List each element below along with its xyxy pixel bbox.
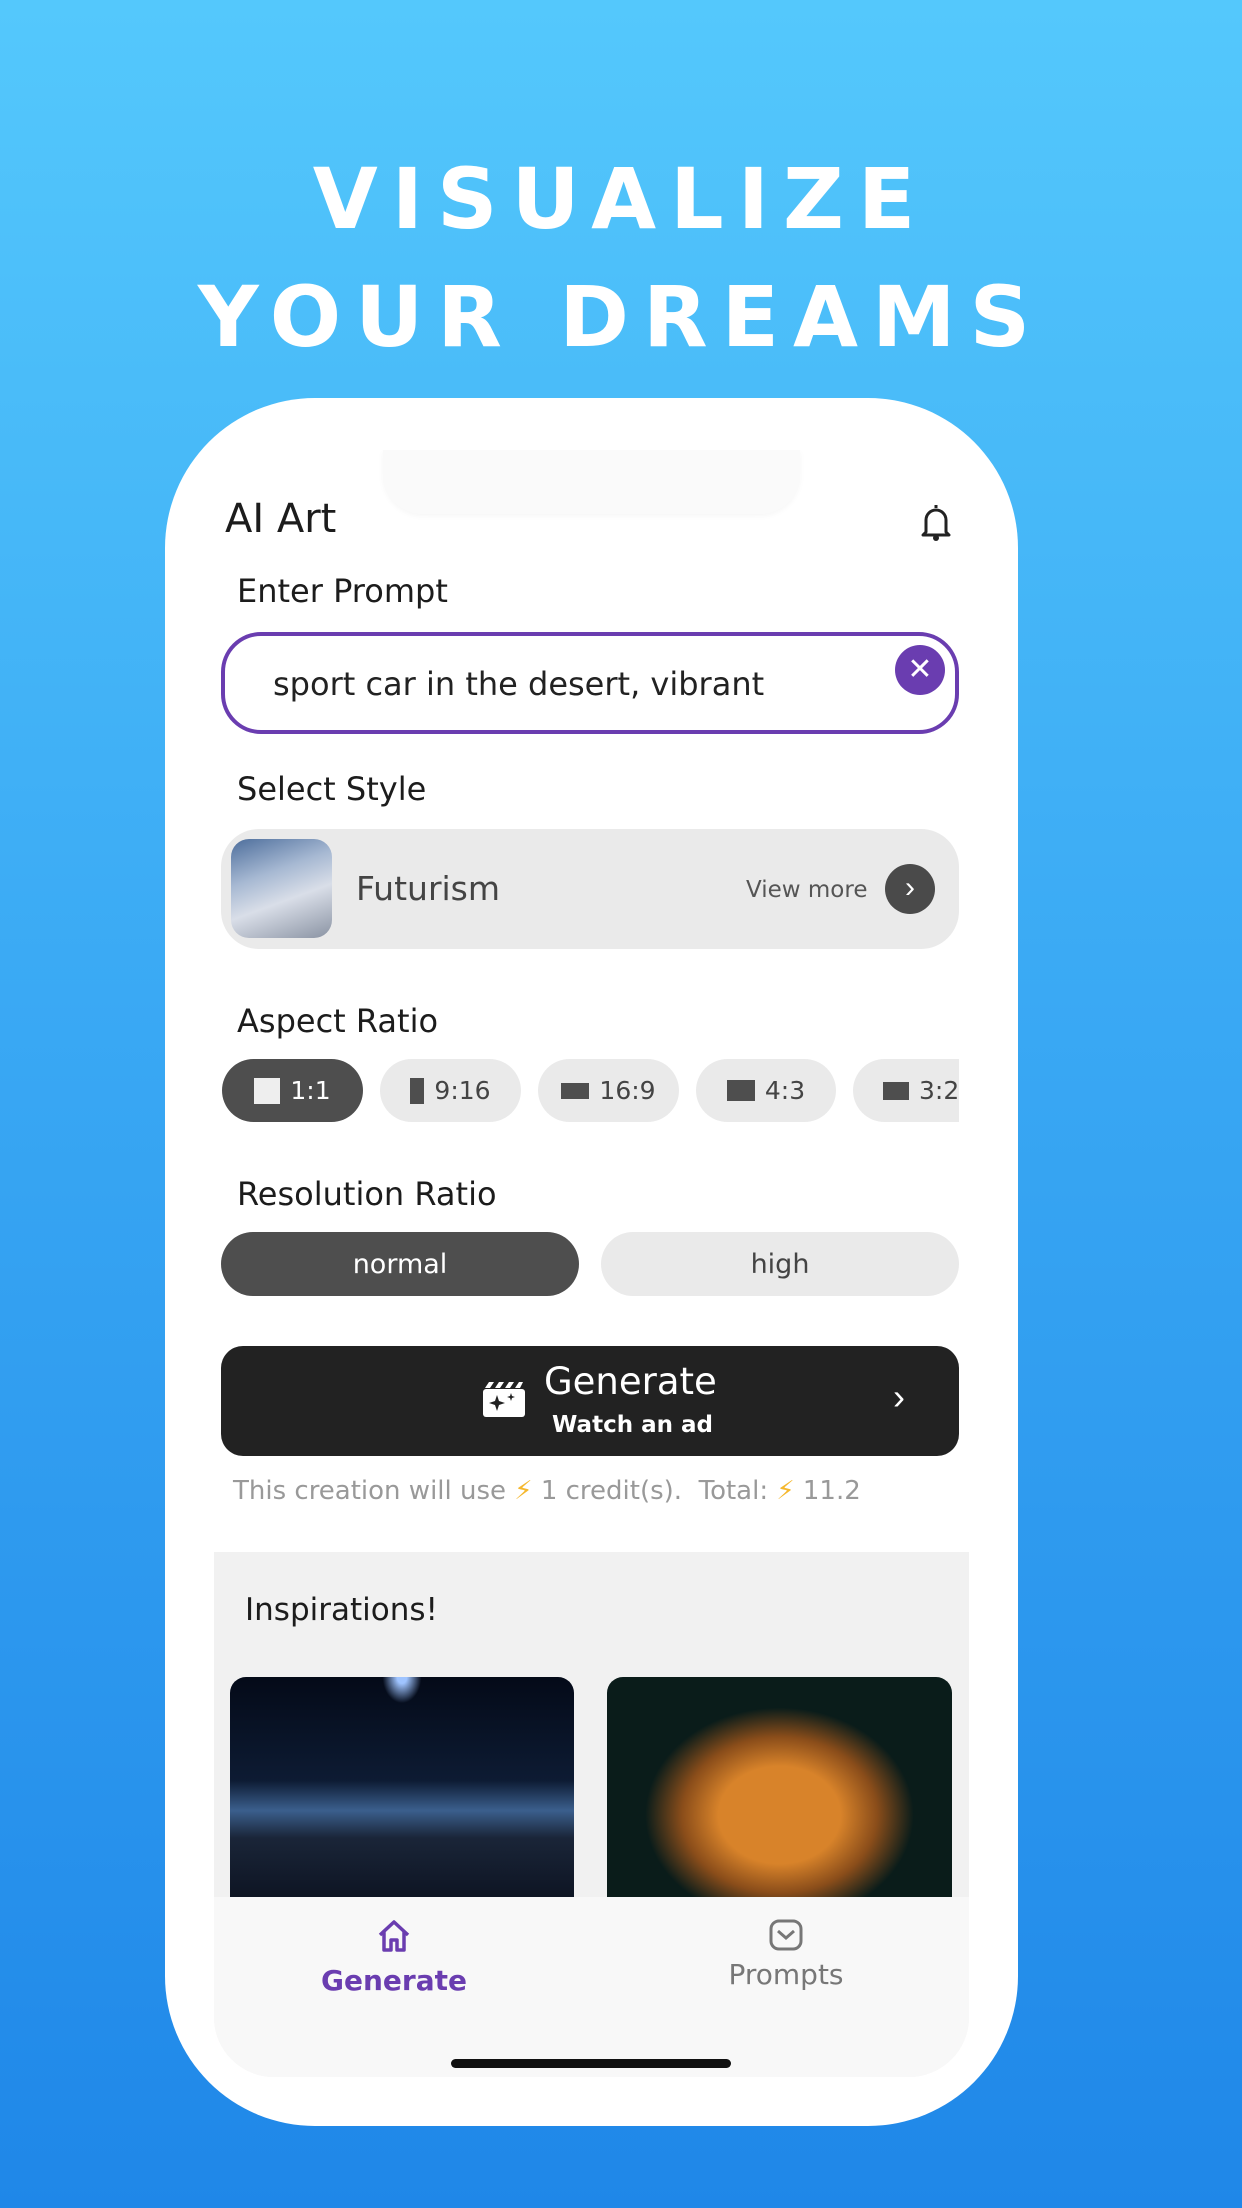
nav-label-generate: Generate [321,1964,467,1997]
square-icon [254,1077,281,1104]
bolt-icon: ⚡ [776,1476,795,1506]
nav-item-prompts[interactable]: Prompts [706,1919,866,2009]
view-more-link[interactable]: View more [746,877,867,903]
landscape-icon [883,1081,909,1100]
inspiration-image-city[interactable] [230,1677,574,1907]
chip-label: 3:2 [919,1076,960,1105]
hero-line-1: VISUALIZE [312,150,930,248]
style-name: Futurism [356,869,501,908]
style-thumbnail [231,839,332,938]
aspect-label: Aspect Ratio [237,1002,439,1040]
home-indicator[interactable] [451,2059,731,2068]
aspect-chip-1-1[interactable]: 1:1 [222,1059,363,1122]
nav-item-generate[interactable]: Generate [314,1919,474,2009]
resolution-normal[interactable]: normal [221,1232,579,1296]
style-label: Select Style [237,770,427,808]
clapperboard-sparkle-icon [483,1381,525,1417]
bottom-nav: Generate Prompts [214,1897,969,2077]
prompt-input[interactable]: sport car in the desert, vibrant [221,632,959,734]
inspirations-title: Inspirations! [245,1592,438,1628]
credits-prefix: This creation will use [233,1476,507,1506]
landscape-icon [561,1082,590,1099]
aspect-chip-9-16[interactable]: 9:16 [380,1059,521,1122]
chip-label: 16:9 [599,1076,656,1105]
close-icon: ✕ [907,653,933,686]
credits-total-label: Total: [698,1476,769,1506]
chip-label: 1:1 [290,1076,331,1105]
message-icon [769,1919,803,1951]
hero-line-2: YOUR DREAMS [197,268,1045,366]
landscape-icon [726,1080,755,1101]
chevron-right-icon[interactable]: › [885,864,935,914]
generate-title: Generate [544,1360,717,1403]
generate-button[interactable]: Generate Watch an ad › [221,1346,959,1456]
aspect-chip-3-2[interactable]: 3:2 [853,1059,960,1122]
inspiration-image-owl[interactable] [607,1677,952,1907]
nav-label-prompts: Prompts [728,1958,844,1991]
app-screen: AI Art Enter Prompt sport car in the des… [214,450,969,2077]
aspect-chip-4-3[interactable]: 4:3 [696,1059,836,1122]
bell-icon[interactable] [919,502,953,542]
style-selector[interactable]: Futurism View more › [221,829,959,949]
generate-subtitle: Watch an ad [552,1412,713,1438]
prompt-label: Enter Prompt [237,572,448,610]
portrait-icon [410,1077,425,1104]
app-title: AI Art [225,496,337,542]
resolution-label: Resolution Ratio [237,1175,497,1213]
aspect-chip-16-9[interactable]: 16:9 [538,1059,679,1122]
clear-prompt-button[interactable]: ✕ [895,645,945,695]
chip-label: 4:3 [764,1076,806,1105]
bolt-icon: ⚡ [514,1476,533,1506]
home-icon [378,1920,410,1952]
resolution-high[interactable]: high [601,1232,959,1296]
chevron-right-icon: › [893,1376,905,1417]
chip-label: 9:16 [434,1076,491,1105]
credits-cost: 1 credit(s). [540,1476,683,1506]
credits-total: 11.2 [802,1476,861,1506]
credits-info: This creation will use ⚡ 1 credit(s). To… [233,1476,861,1506]
prompt-value: sport car in the desert, vibrant [273,665,765,703]
notch [383,450,800,514]
